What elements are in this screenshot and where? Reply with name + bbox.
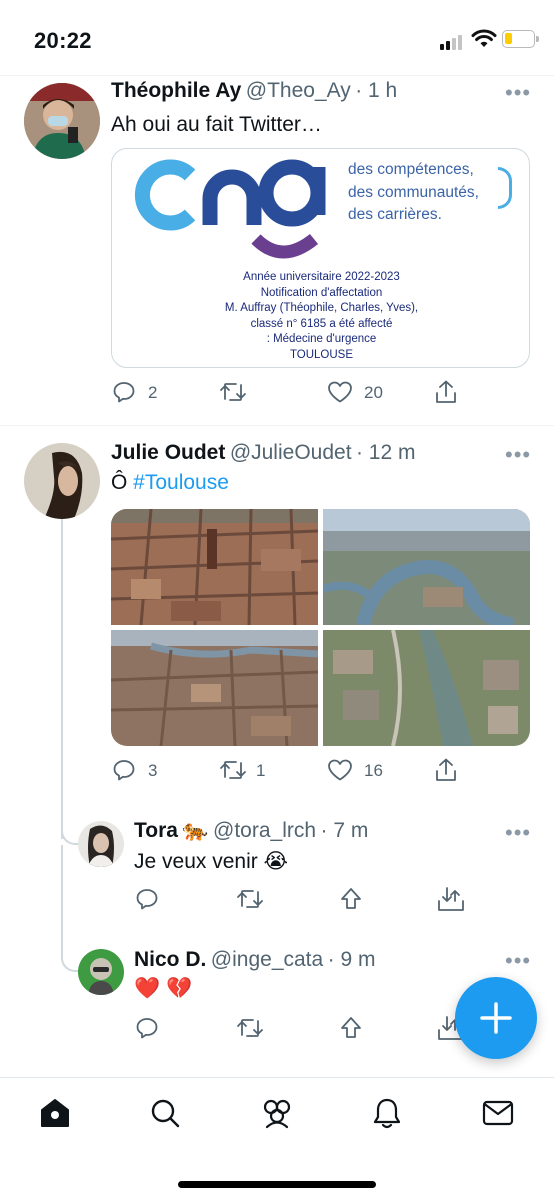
- photo-aerial-city-center[interactable]: [111, 509, 319, 626]
- retweet-icon[interactable]: [219, 758, 247, 782]
- retweet-icon[interactable]: [219, 380, 247, 404]
- assignment-notice: Année universitaire 2022-2023 Notificati…: [112, 270, 529, 363]
- author-handle[interactable]: @JulieOudet: [230, 441, 352, 464]
- author-name[interactable]: Nico D.: [134, 948, 206, 971]
- logo-bracket-shape: [498, 167, 512, 209]
- reply-icon[interactable]: [112, 380, 136, 404]
- author-handle[interactable]: @inge_cata: [211, 948, 323, 971]
- author-name[interactable]: Tora: [134, 819, 178, 842]
- search-icon: [151, 1099, 180, 1128]
- retweet-count: 1: [256, 761, 266, 780]
- reply-header: Nico D. @inge_cata · 9 m: [134, 948, 376, 972]
- download-share-icon[interactable]: [436, 885, 466, 913]
- status-bar: 20:22: [0, 0, 554, 76]
- cellular-signal-icon: [440, 32, 464, 50]
- tagline-line: des compétences,: [348, 161, 474, 178]
- thread-branch: [61, 825, 78, 845]
- status-time: 20:22: [34, 28, 92, 53]
- like-icon[interactable]: [327, 758, 353, 782]
- tweet-time: · 1 h: [355, 79, 398, 102]
- reply-count: 3: [148, 761, 158, 780]
- notifications-icon: [373, 1098, 401, 1129]
- avatar-nico[interactable]: [78, 949, 124, 995]
- tweet-time: · 9 m: [327, 948, 376, 971]
- communities-icon: [263, 1099, 291, 1129]
- thread-line: [61, 845, 63, 955]
- compose-button[interactable]: [455, 977, 537, 1059]
- plus-icon: [480, 1002, 512, 1034]
- tab-home[interactable]: [38, 1096, 72, 1135]
- more-options-icon[interactable]: •••: [505, 820, 531, 846]
- reply-icon[interactable]: [135, 1016, 159, 1040]
- avatar-theophile[interactable]: [24, 83, 100, 159]
- wifi-icon: [471, 29, 497, 54]
- reply-count: 2: [148, 383, 158, 402]
- hashtag-link[interactable]: #Toulouse: [133, 471, 229, 494]
- tweet-text-prefix: Ô: [111, 471, 134, 494]
- notice-line: M. Auffray (Théophile, Charles, Yves),: [224, 302, 419, 314]
- tab-messages[interactable]: [481, 1096, 515, 1135]
- notice-line: classé n° 6185 a été affecté: [250, 317, 393, 330]
- reply-text: ❤️ 💔: [134, 977, 193, 1000]
- like-count: 16: [364, 761, 383, 780]
- name-emoji: 🐅: [182, 819, 209, 842]
- author-handle[interactable]: @tora_lrch: [213, 819, 316, 842]
- home-icon: [41, 1099, 69, 1127]
- retweet-icon[interactable]: [236, 1016, 264, 1040]
- tweet-header: Julie Oudet @JulieOudet · 12 m: [111, 441, 416, 465]
- reply-icon[interactable]: [135, 887, 159, 911]
- tagline-line: des communautés,: [348, 183, 479, 201]
- tagline-line: des carrières.: [348, 206, 442, 223]
- notice-line: Notification d'affectation: [260, 286, 383, 299]
- like-icon[interactable]: [327, 380, 353, 404]
- author-handle[interactable]: @Theo_Ay: [246, 79, 351, 102]
- photo-aerial-old-town[interactable]: [111, 630, 319, 746]
- tweet-text: Ô #Toulouse: [111, 471, 229, 495]
- divider: [0, 425, 554, 426]
- home-indicator: [178, 1181, 376, 1188]
- cng-tagline: des compétences, des communautés, des ca…: [348, 159, 479, 227]
- tweet-time: · 12 m: [355, 441, 416, 464]
- author-name[interactable]: Julie Oudet: [111, 441, 225, 464]
- notice-line: TOULOUSE: [289, 348, 354, 361]
- divider: [0, 75, 554, 76]
- messages-icon: [482, 1100, 514, 1126]
- tab-search[interactable]: [148, 1096, 182, 1135]
- author-name[interactable]: Théophile Ay: [111, 79, 241, 102]
- tweet-text: Ah oui au fait Twitter…: [111, 113, 322, 136]
- tweet-header: Théophile Ay @Theo_Ay · 1 h: [111, 79, 397, 103]
- retweet-icon[interactable]: [236, 887, 264, 911]
- cng-logo: [132, 155, 332, 263]
- upvote-icon[interactable]: [339, 886, 363, 912]
- avatar-tora[interactable]: [78, 821, 124, 867]
- share-icon[interactable]: [434, 379, 458, 405]
- attached-image-card[interactable]: des compétences, des communautés, des ca…: [111, 148, 530, 368]
- upvote-icon[interactable]: [339, 1015, 363, 1041]
- photo-aerial-river-bend[interactable]: [321, 509, 530, 632]
- thread-branch: [61, 950, 78, 972]
- battery-icon: [502, 30, 539, 48]
- reply-text: Je veux venir 😭: [134, 850, 289, 873]
- thread-line: [61, 519, 63, 839]
- tab-notifications[interactable]: [370, 1096, 404, 1135]
- tab-communities[interactable]: [259, 1096, 295, 1135]
- more-options-icon[interactable]: •••: [505, 948, 531, 974]
- avatar-julie[interactable]: [24, 443, 100, 519]
- reply-icon[interactable]: [112, 758, 136, 782]
- notice-line: Année universitaire 2022-2023: [243, 271, 400, 283]
- photo-aerial-garonne-river[interactable]: [323, 629, 530, 746]
- tweet-time: · 7 m: [320, 819, 369, 842]
- more-options-icon[interactable]: •••: [505, 442, 531, 468]
- like-count: 20: [364, 383, 383, 402]
- reply-header: Tora 🐅 @tora_lrch · 7 m: [134, 819, 368, 843]
- photo-grid: [111, 509, 530, 746]
- notice-line: : Médecine d'urgence: [266, 333, 377, 345]
- more-options-icon[interactable]: •••: [505, 80, 531, 106]
- share-icon[interactable]: [434, 757, 458, 783]
